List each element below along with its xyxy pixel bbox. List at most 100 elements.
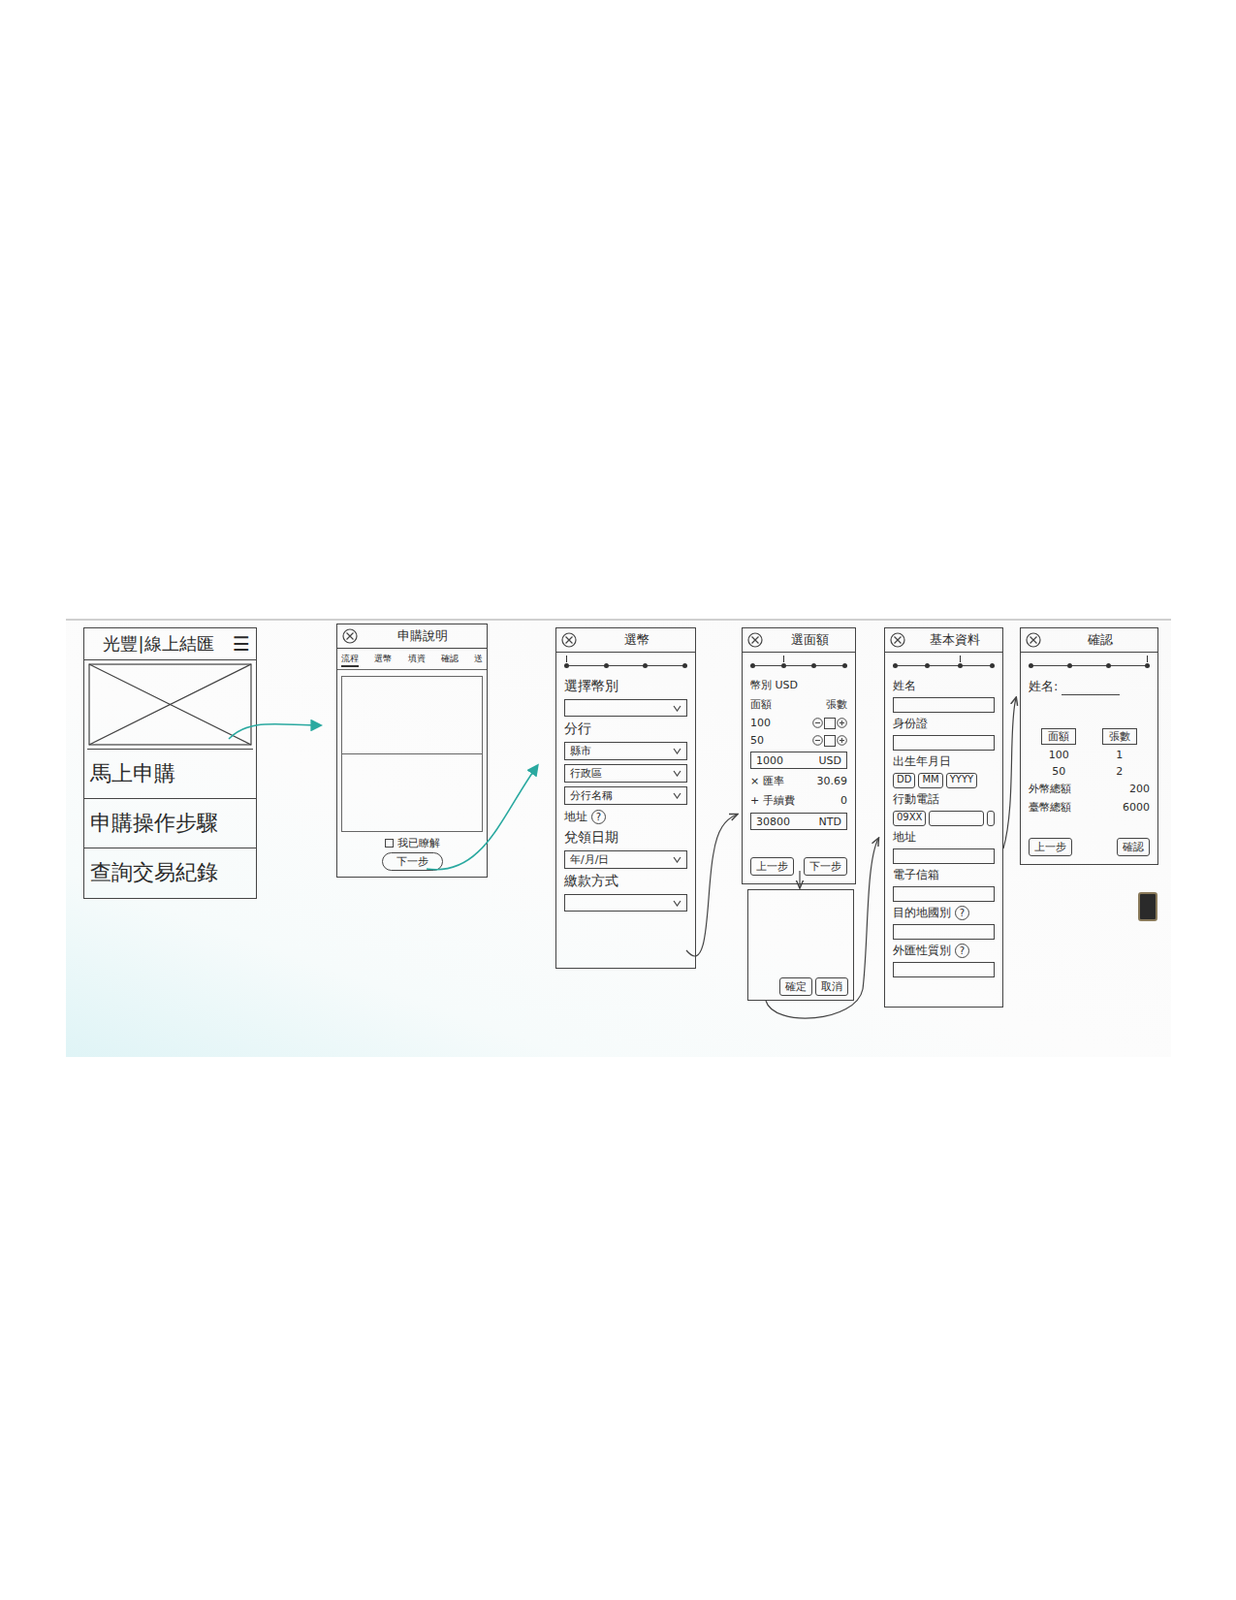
- text-input[interactable]: [892, 734, 995, 751]
- help-button[interactable]: ?: [954, 943, 970, 958]
- tab[interactable]: 送: [474, 652, 483, 667]
- confirm-dialog: 確定取消: [747, 888, 855, 1001]
- denomination-row: 100: [750, 716, 848, 729]
- confirm-screen: 確認姓名:面額張數1001502外幣總額200臺幣總額6000上一步確認: [1019, 627, 1159, 865]
- flow-arrow: [686, 814, 737, 956]
- step-button[interactable]: 上一步: [750, 856, 794, 876]
- text-input[interactable]: [892, 961, 995, 978]
- step-dot: [750, 663, 756, 668]
- select-field[interactable]: [564, 698, 688, 717]
- step-button[interactable]: 確認: [1116, 837, 1150, 856]
- step-dot: [957, 663, 963, 668]
- tab[interactable]: 填資: [408, 652, 426, 667]
- banner-placeholder: [87, 660, 254, 750]
- text-input[interactable]: [892, 697, 995, 713]
- close-icon[interactable]: [561, 632, 577, 648]
- field-label-row: 目的地國別?: [892, 904, 995, 921]
- checkbox[interactable]: [384, 838, 394, 848]
- field-label-row: 外匯性質別?: [892, 942, 995, 959]
- dialog-button[interactable]: 取消: [815, 977, 849, 996]
- screen-header: 選幣: [556, 628, 696, 653]
- screen-title: 基本資料: [911, 631, 998, 649]
- minus-icon[interactable]: [812, 734, 824, 746]
- close-icon[interactable]: [889, 632, 906, 648]
- tab[interactable]: 選幣: [374, 652, 392, 667]
- step-dot: [682, 663, 688, 668]
- plus-icon[interactable]: [836, 734, 848, 746]
- home-menu-item[interactable]: 申購操作步驟: [84, 798, 256, 849]
- whiteboard: 光豐|線上結匯☰馬上申購申購操作步驟查詢交易紀錄申購說明流程選幣填資確認送我已瞭…: [65, 618, 1172, 1057]
- close-icon[interactable]: [342, 628, 358, 644]
- fee-row: + 手續費0: [750, 792, 848, 808]
- total-row: 臺幣總額6000: [1028, 799, 1150, 815]
- intro-screen: 申購說明流程選幣填資確認送我已瞭解下一步: [336, 623, 488, 878]
- text-input[interactable]: [892, 848, 995, 864]
- date-inputs: DDMMYYYY: [892, 772, 995, 789]
- field-label: 繳款方式: [564, 872, 688, 890]
- content-block: [342, 754, 482, 831]
- close-icon[interactable]: [747, 632, 763, 648]
- home-menu-item[interactable]: 查詢交易紀錄: [84, 848, 256, 897]
- step-dot: [892, 663, 898, 668]
- field-label: 身份證: [892, 715, 995, 732]
- help-button[interactable]: ?: [591, 809, 606, 824]
- tab[interactable]: 確認: [441, 652, 459, 667]
- dialog-button[interactable]: 確定: [779, 977, 813, 996]
- chevron-down-icon: [672, 769, 682, 777]
- chevron-down-icon: [672, 899, 682, 907]
- phone-prefix-input[interactable]: 09XX: [892, 810, 926, 826]
- agree-checkbox[interactable]: 我已瞭解: [337, 831, 487, 853]
- select-field[interactable]: 縣市: [564, 741, 688, 761]
- date-part-input[interactable]: YYYY: [946, 772, 978, 789]
- close-icon[interactable]: [1025, 632, 1042, 648]
- home-menu-item[interactable]: 馬上申購: [84, 749, 256, 799]
- minus-icon[interactable]: [812, 717, 824, 729]
- phone-input[interactable]: [928, 810, 984, 826]
- button-row: 上一步 確認: [1028, 837, 1150, 860]
- text-input[interactable]: [892, 923, 995, 940]
- progress-steps: [564, 660, 688, 670]
- field-label: 姓名: [892, 677, 995, 695]
- step-button[interactable]: 下一步: [803, 856, 848, 876]
- denomination-row: 50: [750, 733, 848, 747]
- field-label: 兌領日期: [564, 828, 688, 847]
- select-field[interactable]: 行政區: [564, 763, 688, 783]
- quantity-stepper[interactable]: [812, 717, 848, 729]
- step-button[interactable]: 上一步: [1028, 837, 1073, 856]
- chevron-down-icon: [672, 855, 682, 863]
- currency-screen: 選幣選擇幣別分行縣市行政區分行名稱地址?兌領日期年/月/日繳款方式: [555, 627, 697, 969]
- field-label: 分行: [564, 720, 688, 738]
- step-dot: [1028, 663, 1034, 668]
- field-label: 行動電話: [892, 791, 995, 808]
- plus-icon[interactable]: [836, 717, 848, 729]
- step-dot: [642, 663, 648, 668]
- select-field[interactable]: [564, 893, 688, 912]
- quantity-stepper[interactable]: [812, 734, 848, 747]
- next-button[interactable]: 下一步: [381, 852, 444, 871]
- help-button[interactable]: ?: [954, 905, 970, 920]
- page: 光豐|線上結匯☰馬上申購申購操作步驟查詢交易紀錄申購說明流程選幣填資確認送我已瞭…: [0, 0, 1236, 1600]
- button-row: 上一步下一步: [750, 856, 848, 880]
- phone-input[interactable]: [986, 810, 995, 826]
- flow-arrow: [426, 765, 538, 870]
- text-input[interactable]: [892, 886, 995, 902]
- step-dot: [989, 663, 995, 668]
- date-part-input[interactable]: DD: [892, 772, 916, 789]
- field-label: 電子信箱: [892, 866, 995, 884]
- menu-button[interactable]: ☰: [232, 632, 251, 656]
- app-title: 光豐|線上結匯: [90, 632, 227, 656]
- step-dot: [603, 663, 609, 668]
- screen-header: 選面額: [742, 628, 856, 653]
- quantity-box[interactable]: [824, 717, 836, 729]
- column-header: 張數: [1102, 728, 1138, 745]
- flow-arrows: [65, 620, 1172, 1059]
- whiteboard-magnet: [1138, 891, 1158, 921]
- intro-content: [341, 675, 483, 832]
- select-field[interactable]: 年/月/日: [564, 850, 688, 869]
- date-part-input[interactable]: MM: [918, 772, 943, 789]
- tab[interactable]: 流程: [341, 652, 359, 667]
- rate-row: × 匯率30.69: [750, 773, 848, 789]
- quantity-box[interactable]: [824, 734, 836, 747]
- select-field[interactable]: 分行名稱: [564, 786, 688, 805]
- phone-inputs: 09XX: [892, 810, 995, 826]
